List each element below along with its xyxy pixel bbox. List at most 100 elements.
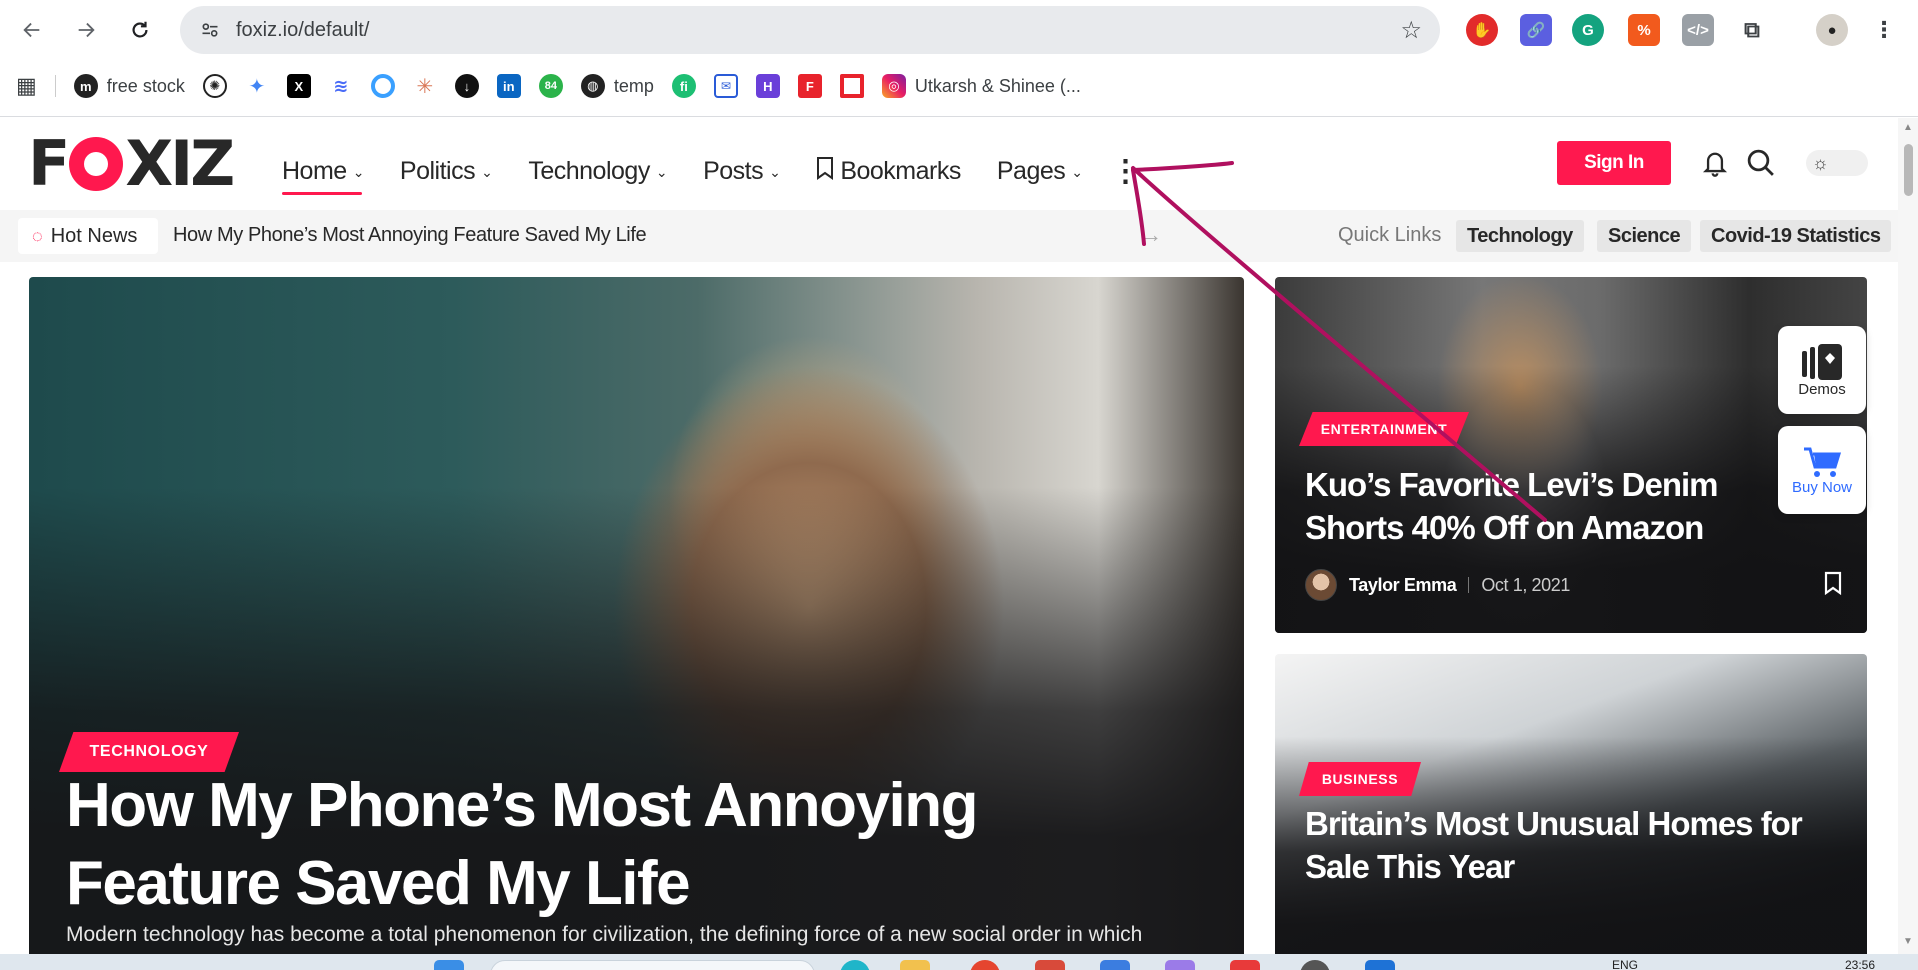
bookmark-icon (816, 156, 834, 187)
nav-pages[interactable]: Pages ⌄ (997, 151, 1083, 191)
download-icon[interactable]: ↓ (454, 74, 479, 98)
chrome-menu-icon[interactable]: ⋮ (1868, 14, 1900, 46)
wave-icon[interactable]: ≋ (328, 74, 353, 98)
nav-label: Politics (399, 156, 476, 185)
red-square-icon[interactable] (839, 74, 864, 98)
bookmark-instagram[interactable]: ◎ Utkarsh & Shinee (... (881, 74, 1081, 98)
hero-article[interactable]: TECHNOLOGY How My Phone’s Most Annoying … (29, 277, 1244, 954)
m-icon: m (73, 74, 98, 98)
taskbar-search[interactable] (490, 960, 815, 970)
scroll-up-icon[interactable]: ▲ (1903, 122, 1913, 133)
buy-now-label: Buy Now (1791, 478, 1853, 496)
nav-label: Home (282, 156, 347, 185)
bookmark-icon[interactable] (1823, 571, 1843, 596)
ublock-icon[interactable]: ✋ (1466, 14, 1498, 46)
code-icon[interactable]: </> (1682, 14, 1714, 46)
bookmark-star-icon[interactable]: ☆ (1400, 16, 1422, 45)
calendar-icon[interactable] (1100, 960, 1130, 970)
f-icon[interactable]: F (797, 74, 822, 98)
folder-icon[interactable] (900, 960, 930, 970)
bookmark-label: temp (613, 75, 654, 96)
card-meta: Taylor Emma Oct 1, 2021 (1305, 569, 1570, 601)
cart-icon (1804, 447, 1842, 477)
reload-icon[interactable] (122, 12, 158, 48)
app-icon[interactable] (840, 960, 870, 970)
site-logo[interactable]: F XIZ (28, 133, 235, 195)
card-title[interactable]: Kuo’s Favorite Levi’s Denim Shorts 40% O… (1305, 463, 1805, 549)
sign-in-button[interactable]: Sign In (1557, 141, 1671, 185)
quick-link-technology[interactable]: Technology (1456, 220, 1584, 252)
bookmark-temp[interactable]: ◍ temp (580, 74, 654, 98)
bookmark-free-stock[interactable]: m free stock (73, 74, 185, 98)
app-icon[interactable] (1230, 960, 1260, 970)
os-taskbar: ENG 23:56 (0, 954, 1918, 970)
forward-icon[interactable] (68, 12, 104, 48)
language-indicator[interactable]: ENG (1612, 958, 1638, 970)
more-menu-icon[interactable]: ⋮ (1111, 151, 1141, 191)
address-bar[interactable]: foxiz.io/default/ ☆ (180, 6, 1440, 54)
apps-grid-icon[interactable]: ▦ (16, 73, 37, 99)
notification-bell-icon[interactable] (1697, 145, 1733, 181)
hot-news-bar: ◌ Hot News How My Phone’s Most Annoying … (0, 210, 1918, 262)
demos-widget[interactable]: Demos (1778, 326, 1866, 414)
nav-home[interactable]: Home ⌄ (282, 151, 364, 195)
site-info-icon[interactable] (196, 16, 224, 44)
gemini-icon[interactable]: ✦ (244, 74, 269, 98)
x-icon[interactable]: X (286, 74, 311, 98)
scroll-down-icon[interactable]: ▼ (1903, 936, 1913, 947)
quick-link-covid[interactable]: Covid-19 Statistics (1700, 220, 1892, 252)
claude-icon[interactable]: ✳ (412, 74, 437, 98)
clock[interactable]: 23:56 (1845, 958, 1875, 970)
link-icon[interactable]: 🔗 (1520, 14, 1552, 46)
card-category-tag[interactable]: BUSINESS (1299, 762, 1421, 796)
author-avatar[interactable] (1305, 569, 1337, 601)
page-scrollbar[interactable]: ▲ ▼ (1898, 118, 1918, 954)
bookmark-label: free stock (106, 75, 185, 96)
demos-label: Demos (1798, 380, 1846, 398)
nav-bookmarks[interactable]: Bookmarks (816, 151, 961, 191)
nav-posts[interactable]: Posts ⌄ (703, 151, 781, 191)
dark-mode-toggle[interactable]: ☼ (1806, 150, 1868, 176)
app-icon[interactable] (1165, 960, 1195, 970)
ring-icon[interactable] (370, 74, 395, 98)
openai-icon[interactable]: ✺ (202, 74, 227, 98)
meta-divider (1468, 577, 1470, 593)
app-icon[interactable] (1035, 960, 1065, 970)
h-icon[interactable]: H (755, 74, 780, 98)
hot-news-text: Hot News (50, 224, 138, 247)
search-icon[interactable] (1743, 145, 1779, 181)
url-text[interactable]: foxiz.io/default/ (236, 19, 1400, 42)
hero-category-tag[interactable]: TECHNOLOGY (59, 732, 239, 772)
chrome-icon[interactable] (970, 960, 1000, 970)
card-category-tag[interactable]: ENTERTAINMENT (1299, 412, 1469, 446)
quick-link-science[interactable]: Science (1597, 220, 1692, 252)
puzzle-icon[interactable]: ⧉ (1736, 14, 1768, 46)
hot-news-headline[interactable]: How My Phone’s Most Annoying Feature Sav… (173, 224, 647, 247)
nav-politics[interactable]: Politics ⌄ (399, 151, 493, 191)
arrow-right-icon[interactable]: → (1140, 222, 1162, 248)
fiverr-icon[interactable]: fi (671, 74, 696, 98)
hero-excerpt: Modern technology has become a total phe… (66, 923, 1143, 946)
flame-icon: ◌ (32, 225, 43, 246)
app-icon[interactable] (1300, 960, 1330, 970)
post-date: Oct 1, 2021 (1481, 574, 1570, 595)
author-name[interactable]: Taylor Emma (1349, 575, 1457, 596)
back-icon[interactable] (14, 12, 50, 48)
grammarly-icon[interactable]: G (1572, 14, 1604, 46)
app-icon[interactable] (1365, 960, 1395, 970)
badge-84-icon[interactable]: 84 (538, 74, 563, 98)
hero-title[interactable]: How My Phone’s Most Annoying Feature Sav… (66, 767, 1186, 923)
nav-technology[interactable]: Technology ⌄ (528, 151, 667, 191)
chevron-down-icon: ⌄ (481, 163, 493, 180)
buy-now-widget[interactable]: Buy Now (1778, 426, 1866, 514)
mail-icon[interactable]: ✉ (713, 74, 738, 98)
linkedin-icon[interactable]: in (496, 74, 521, 98)
start-icon[interactable] (434, 960, 464, 970)
bookmark-divider (54, 75, 56, 97)
instagram-icon: ◎ (881, 74, 906, 98)
profile-avatar[interactable]: ● (1816, 14, 1848, 46)
card-title[interactable]: Britain’s Most Unusual Homes for Sale Th… (1305, 802, 1805, 888)
tampermonkey-icon[interactable]: % (1628, 14, 1660, 46)
scrollbar-thumb[interactable] (1904, 144, 1913, 196)
side-article-card[interactable]: BUSINESS Britain’s Most Unusual Homes fo… (1275, 654, 1867, 954)
